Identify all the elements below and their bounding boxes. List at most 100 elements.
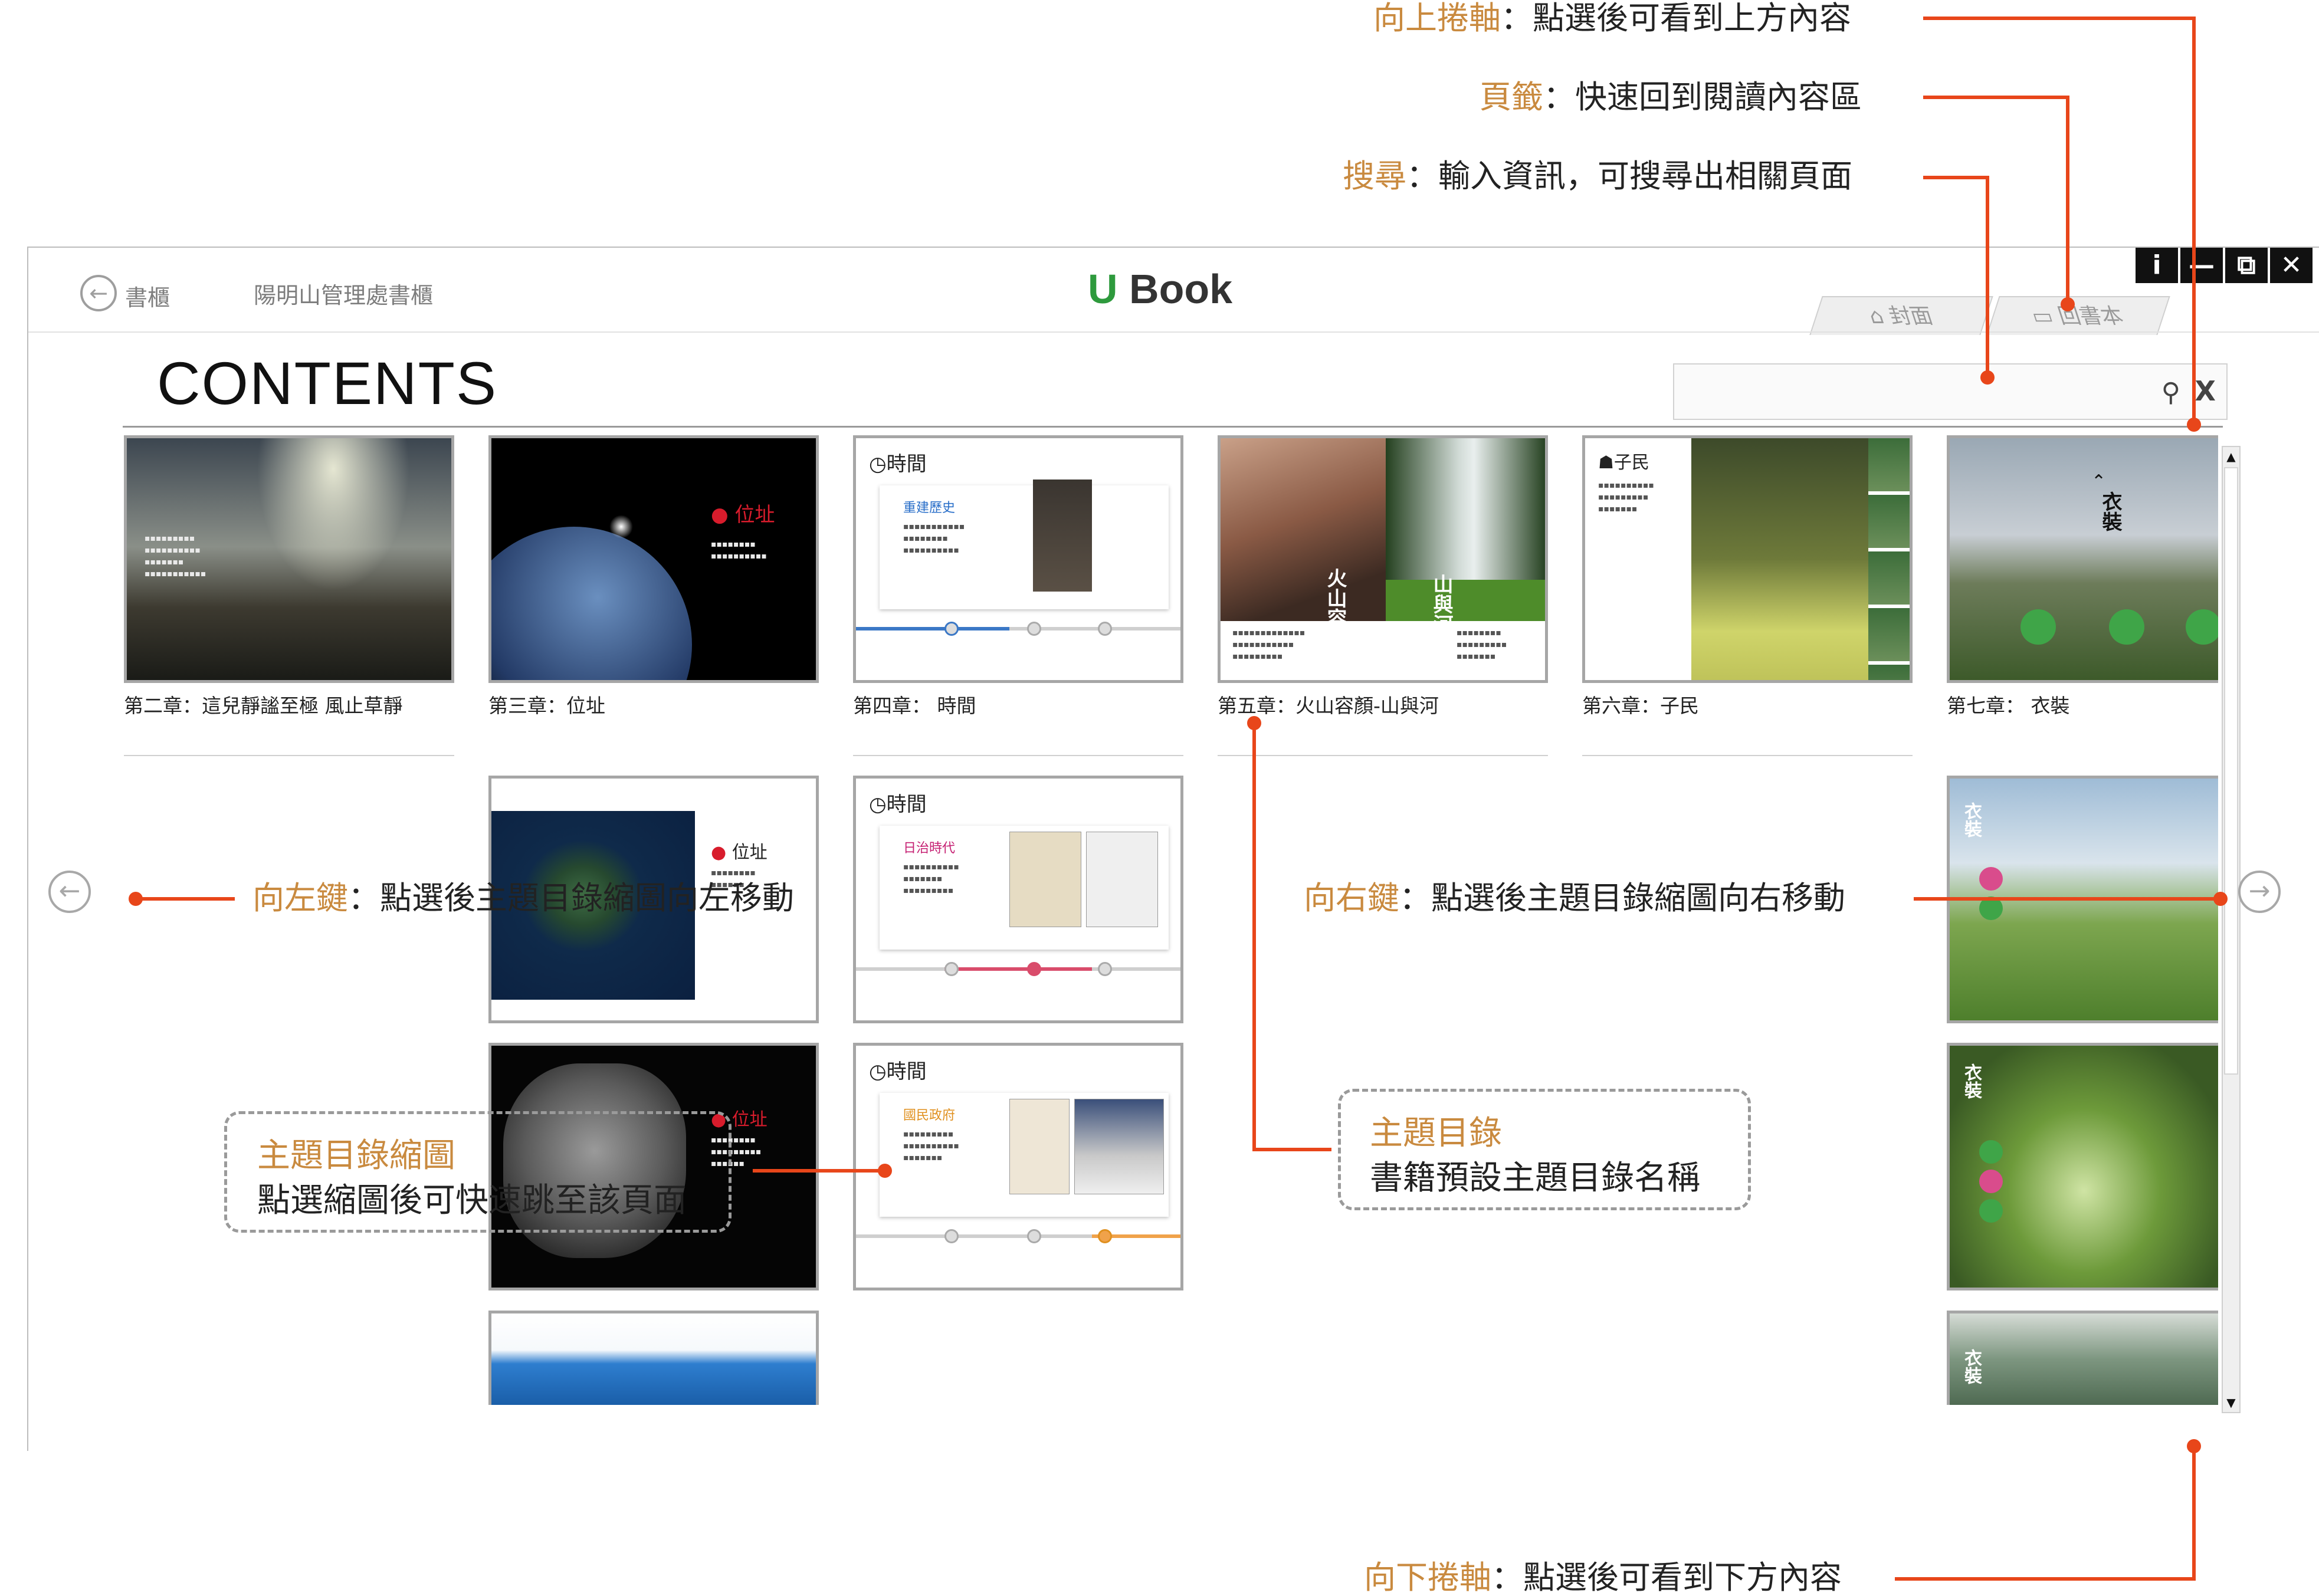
subpage-taiwan-tag-text: 位址 [732, 842, 767, 863]
timeline-knob [1027, 1229, 1041, 1243]
thumb-text-block: ▪▪▪▪▪▪▪▪▪▪▪▪▪▪▪▪▪▪▪▪▪▪▪▪▪▪ [903, 1129, 959, 1162]
clothing-badge [1979, 1140, 2003, 1164]
logo-text: Book [1129, 266, 1233, 312]
back-arrow-icon[interactable]: ← [80, 275, 117, 311]
chapter-caption[interactable]: 第二章：這兒靜謐至極 風止草靜 [124, 690, 403, 718]
callout-search: 搜尋：輸入資訊，可搜尋出相關頁面 [1343, 160, 1852, 192]
chapter-thumbnail-6[interactable]: ☗子民 ▪▪▪▪▪▪▪▪▪▪ ▪▪▪▪▪▪▪▪▪ ▪▪▪▪▪▪▪ [1582, 435, 1913, 683]
content-panel: 重建歷史 ▪▪▪▪▪▪▪▪▪▪▪ ▪▪▪▪▪▪▪▪ ▪▪▪▪▪▪▪▪▪▪ [880, 480, 1169, 609]
content-panel: 國民政府 ▪▪▪▪▪▪▪▪▪ ▪▪▪▪▪▪▪▪▪▪ ▪▪▪▪▪▪▪ [880, 1093, 1169, 1217]
vertical-scrollbar[interactable]: ▲ ▼ [2222, 446, 2241, 1413]
leader-line [2192, 1446, 2196, 1581]
leader-line [1252, 1148, 1331, 1151]
chapter-5-vertical-title: 火山容顏 [1323, 568, 1347, 648]
leader-line [2192, 17, 2196, 423]
caption-divider [853, 755, 1183, 756]
clear-icon[interactable]: X [2195, 375, 2216, 407]
subpage-thumbnail-time-japanese[interactable]: ◷時間 日治時代 ▪▪▪▪▪▪▪▪▪▪ ▪▪▪▪▪▪▪ ▪▪▪▪▪▪▪▪▪ [853, 776, 1183, 1023]
timeline-knob [1027, 622, 1041, 636]
right-arrow-icon[interactable]: → [2238, 871, 2281, 913]
callout-term: 向下捲軸 [1364, 1559, 1491, 1596]
chapter-caption[interactable]: 第四章： 時間 [853, 690, 976, 718]
leader-line [1986, 176, 1989, 376]
chapter-caption[interactable]: 第七章： 衣裝 [1947, 690, 2070, 718]
timeline-progress [856, 627, 1009, 630]
callout-desc: 書籍預設主題目錄名稱 [1370, 1159, 1700, 1197]
callout-desc: ：點選後可看到上方內容 [1501, 0, 1851, 37]
shelf-name: 陽明山管理處書櫃 [254, 283, 434, 308]
timeline-knob [1027, 962, 1041, 976]
callout-desc: ：快速回到閱讀內容區 [1543, 78, 1862, 116]
subpage-taiwan-tag: ● 位址 [711, 838, 767, 863]
grass-area [1386, 580, 1545, 621]
chapter-6-tag: ☗子民 [1598, 448, 1649, 474]
timeline-knob [944, 962, 959, 976]
leader-dot [2187, 418, 2201, 432]
timeline-knob [944, 1229, 959, 1243]
people-icon: ☗ [1598, 452, 1614, 473]
caption-divider [1218, 755, 1548, 756]
leader-line [136, 897, 235, 901]
thumb-text-block: ▪▪▪▪▪▪▪▪ ▪▪▪▪▪▪▪▪▪▪ [711, 540, 767, 561]
subpage-island-tag-text: 位址 [732, 1109, 767, 1130]
leader-line [1923, 17, 2196, 20]
leader-line [2066, 96, 2069, 303]
clothing-badge [1979, 867, 2003, 891]
tab-back-to-book[interactable]: ▭ 回書本 [1986, 296, 2170, 335]
leader-dot [2213, 892, 2228, 906]
search-input[interactable] [1674, 364, 2146, 418]
chapter-thumbnail-7[interactable]: 衣裝 ⌃ [1947, 435, 2218, 683]
thumb-text-block: ▪▪▪▪▪▪▪▪▪▪▪▪▪▪▪▪▪▪▪▪▪▪▪▪▪▪ [903, 862, 959, 895]
sulfur-photo [1691, 438, 1868, 680]
document-photo [1009, 1099, 1070, 1194]
subpage-thumbnail-clothing-3[interactable]: 衣裝 [1947, 1311, 2218, 1405]
chapter-thumbnail-3[interactable]: ● 位址 ▪▪▪▪▪▪▪▪ ▪▪▪▪▪▪▪▪▪▪ [488, 435, 819, 683]
back-to-shelf-link[interactable]: 書櫃 [125, 280, 170, 312]
subpage-thumbnail-time-roc[interactable]: ◷時間 國民政府 ▪▪▪▪▪▪▪▪▪ ▪▪▪▪▪▪▪▪▪▪ ▪▪▪▪▪▪▪ [853, 1043, 1183, 1290]
page-title: CONTENTS [157, 350, 497, 417]
minimize-button[interactable]: — [2180, 248, 2223, 283]
scroll-down-icon[interactable]: ▼ [2223, 1393, 2239, 1412]
leader-line [1923, 96, 2069, 99]
caption-divider [124, 755, 454, 756]
clothing-badge [2109, 609, 2144, 645]
subpage-clothing-tag: 衣裝 [1961, 1063, 1982, 1099]
subpage-thumbnail-clothing-2[interactable]: 衣裝 [1947, 1043, 2218, 1290]
clothing-badge [2020, 609, 2056, 645]
subpage-time-tag: ◷時間 [869, 1055, 927, 1084]
info-button[interactable]: i [2136, 248, 2178, 283]
close-button[interactable]: ✕ [2270, 248, 2313, 283]
timeline-knob [1098, 962, 1112, 976]
subpage-thumbnail-sky[interactable] [488, 1311, 819, 1405]
clothing-badge [1979, 1199, 2003, 1223]
leader-line [1914, 897, 2220, 901]
logo-mark: U [1088, 266, 1118, 312]
location-pin-icon: ● [711, 842, 727, 863]
tab-cover[interactable]: ⌂ 封面 [1809, 296, 1993, 335]
tab-cover-label: 封面 [1885, 304, 1937, 329]
old-map-photo [1086, 832, 1158, 927]
scroll-up-icon[interactable]: ▲ [2223, 447, 2239, 466]
sun-flare [609, 515, 633, 538]
photo-strip [1868, 438, 1910, 680]
ubook-window: ← 書櫃 陽明山管理處書櫃 U Book i — ⧉ ✕ ⌂ 封面 ▭ 回書本 … [27, 247, 2319, 1451]
chapter-4-tag-text: 時間 [886, 452, 927, 476]
chapter-caption[interactable]: 第五章：火山容顏-山與河 [1218, 690, 1439, 718]
caption-divider [1582, 755, 1913, 756]
chapter-caption[interactable]: 第六章：子民 [1582, 690, 1699, 718]
clock-icon: ◷ [869, 793, 887, 816]
chapter-caption[interactable]: 第三章：位址 [488, 690, 605, 718]
subpage-time-tag-text: 時間 [886, 1060, 927, 1083]
chapter-thumbnail-5[interactable]: 火山容顏 山與河 ▪▪▪▪▪▪▪▪▪▪▪▪▪ ▪▪▪▪▪▪▪▪▪▪▪ ▪▪▪▪▪▪▪… [1218, 435, 1548, 683]
search-icon[interactable]: ⚲ [2161, 377, 2180, 408]
left-arrow-icon[interactable]: ← [48, 871, 91, 913]
leader-dot [2061, 297, 2075, 311]
chapter-thumbnail-4[interactable]: ◷時間 重建歷史 ▪▪▪▪▪▪▪▪▪▪▪ ▪▪▪▪▪▪▪▪ ▪▪▪▪▪▪▪▪▪▪ [853, 435, 1183, 683]
thumb-text-block: ▪▪▪▪▪▪▪▪▪▪▪ ▪▪▪▪▪▪▪▪ ▪▪▪▪▪▪▪▪▪▪ [903, 522, 965, 555]
scrollbar-thumb[interactable] [2224, 467, 2238, 1075]
callout-desc: ：點選後主題目錄縮圖向右移動 [1399, 879, 1845, 917]
restore-button[interactable]: ⧉ [2225, 248, 2268, 283]
chapter-thumbnail-2[interactable]: ▪▪▪▪▪▪▪▪▪ ▪▪▪▪▪▪▪▪▪▪ ▪▪▪▪▪▪▪ ▪▪▪▪▪▪▪▪▪▪▪ [124, 435, 454, 683]
old-map-photo [1009, 832, 1081, 927]
toolbar-divider [28, 331, 2319, 333]
